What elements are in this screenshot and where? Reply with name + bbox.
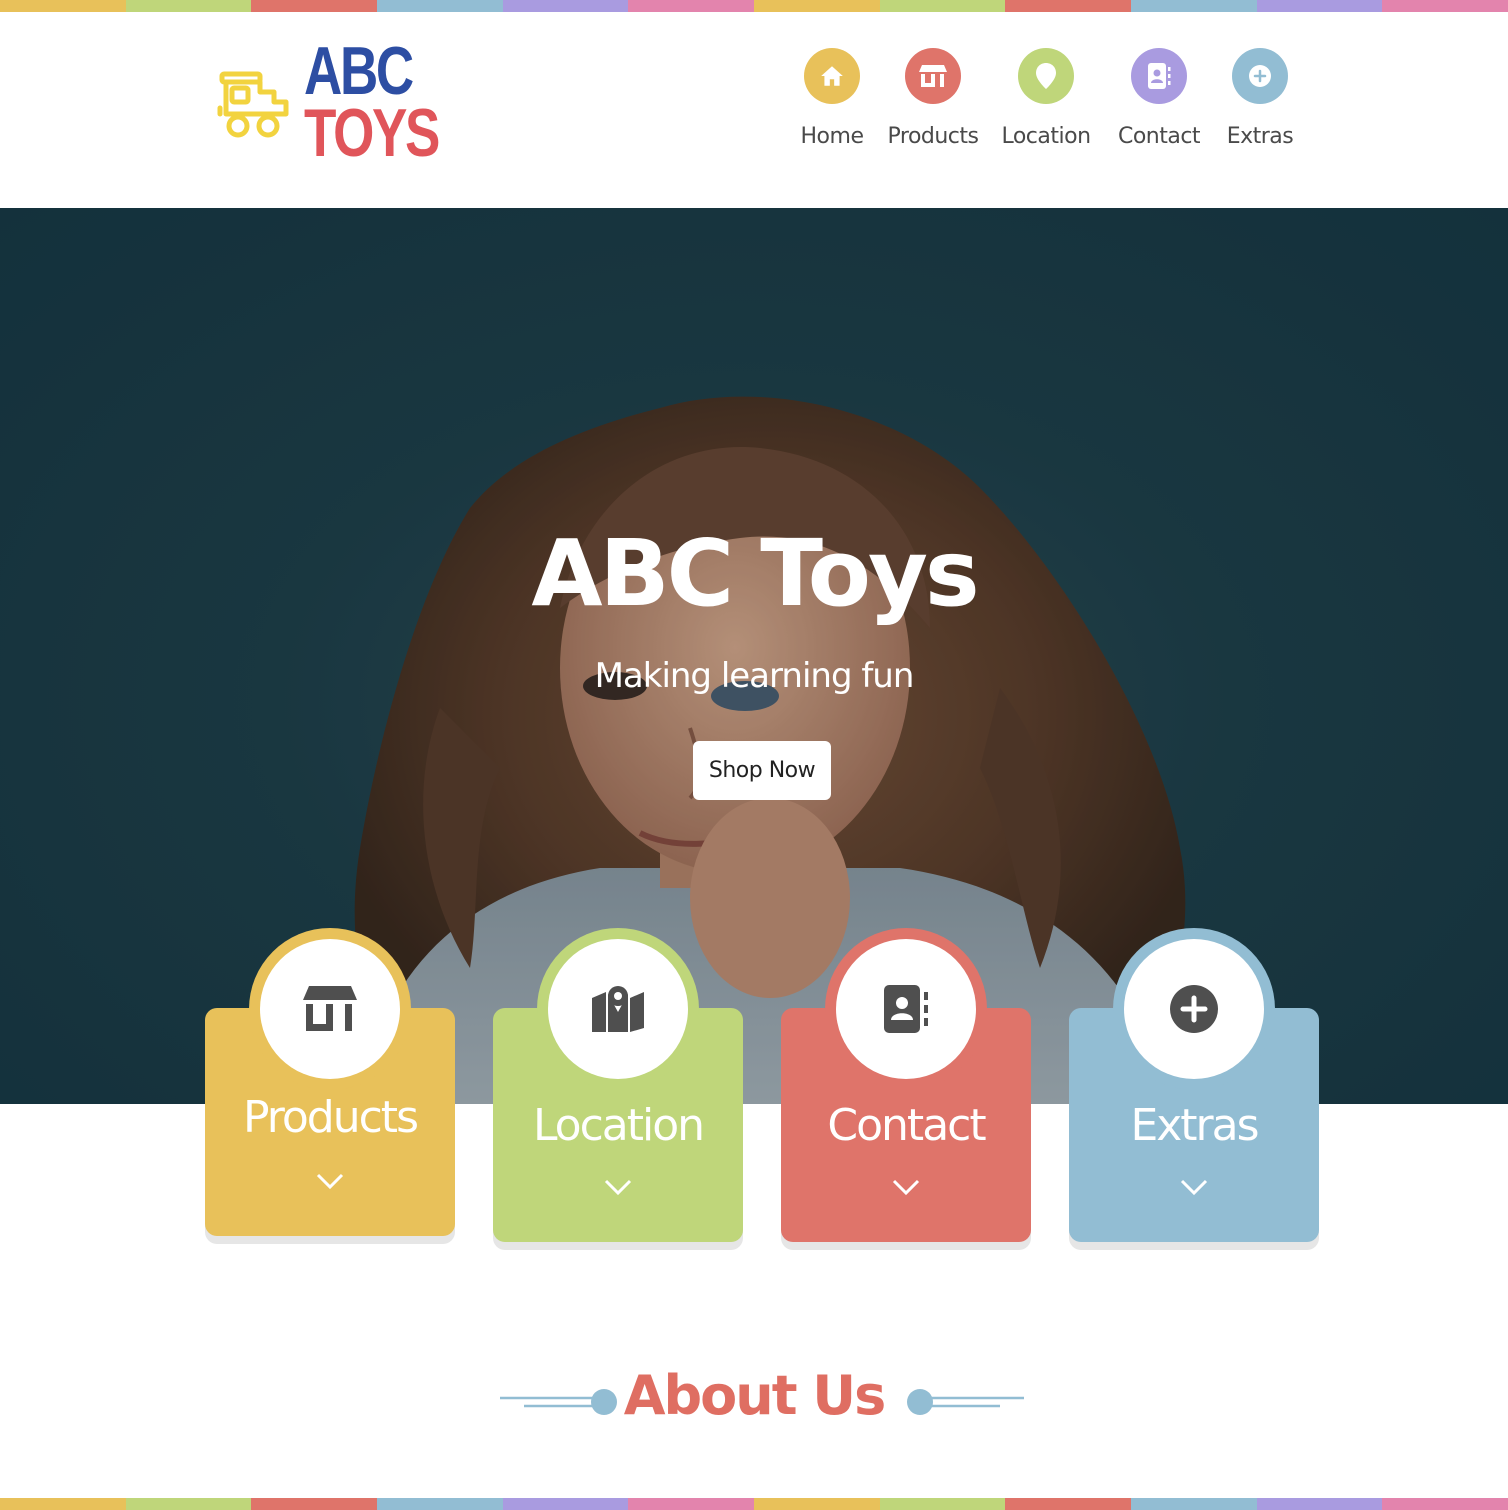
card-icon-ring	[825, 928, 987, 1090]
chevron-down-icon	[316, 1173, 344, 1190]
card-extras[interactable]: Extras	[1069, 928, 1319, 1242]
nav-label-extras: Extras	[1226, 124, 1294, 149]
top-color-stripe	[0, 0, 1508, 12]
chevron-down-icon	[604, 1179, 632, 1196]
train-icon	[217, 71, 289, 138]
plus-circle-icon	[1232, 48, 1288, 104]
title-decoration-right	[907, 1389, 1024, 1415]
card-icon-ring	[537, 928, 699, 1090]
nav-item-location[interactable]: Location	[986, 48, 1106, 149]
card-label-extras: Extras	[1130, 1100, 1259, 1151]
chevron-down-icon	[892, 1179, 920, 1196]
address-book-icon	[884, 985, 928, 1033]
store-icon	[303, 986, 357, 1031]
map-pin-icon	[1018, 48, 1074, 104]
nav-item-extras[interactable]: Extras	[1212, 48, 1308, 149]
home-icon	[804, 48, 860, 104]
address-book-icon	[1131, 48, 1187, 104]
bottom-color-stripe	[0, 1498, 1508, 1510]
about-section: About Us	[0, 1364, 1508, 1444]
hero-title: ABC Toys	[531, 520, 979, 627]
nav-item-home[interactable]: Home	[784, 48, 880, 149]
chevron-down-icon	[1180, 1179, 1208, 1196]
about-title: About Us	[623, 1364, 887, 1427]
nav-label-location: Location	[1001, 124, 1091, 149]
card-label-contact: Contact	[827, 1100, 986, 1151]
shop-now-button[interactable]: Shop Now	[693, 741, 831, 800]
card-label-products: Products	[243, 1092, 419, 1143]
hero-banner: ABC Toys Making learning fun Shop Now	[0, 208, 1508, 1104]
hero-subtitle: Making learning fun	[594, 656, 915, 696]
site-logo[interactable]: ABC TOYS	[216, 37, 440, 170]
card-icon-ring	[1113, 928, 1275, 1090]
logo-line-toys: TOYS	[304, 95, 440, 171]
main-nav: Home Products Location Contact Extras	[784, 48, 1308, 149]
card-icon-ring	[249, 928, 411, 1090]
nav-label-home: Home	[800, 124, 864, 149]
store-icon	[905, 48, 961, 104]
nav-label-products: Products	[887, 124, 980, 149]
logo-wordmark: ABC TOYS	[304, 33, 476, 171]
card-contact[interactable]: Contact	[781, 928, 1031, 1242]
map-icon	[592, 986, 644, 1032]
logo-line-abc: ABC	[304, 33, 414, 109]
card-location[interactable]: Location	[493, 928, 743, 1242]
nav-item-contact[interactable]: Contact	[1106, 48, 1212, 149]
plus-circle-icon	[1170, 985, 1218, 1033]
nav-item-products[interactable]: Products	[880, 48, 986, 149]
card-products[interactable]: Products	[205, 928, 455, 1236]
nav-label-contact: Contact	[1117, 124, 1201, 149]
card-label-location: Location	[532, 1100, 705, 1151]
